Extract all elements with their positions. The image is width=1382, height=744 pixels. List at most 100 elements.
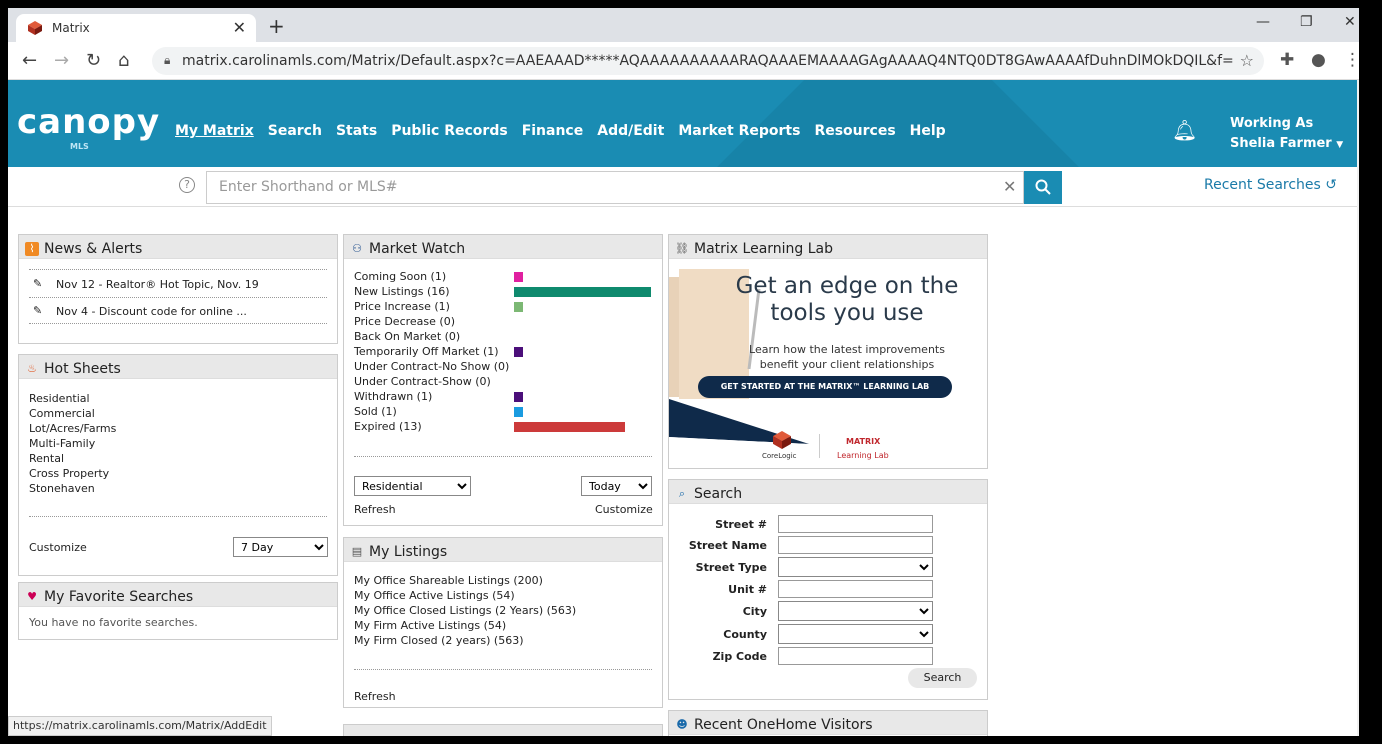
- market-watch-bar[interactable]: [514, 392, 523, 402]
- help-icon[interactable]: ?: [179, 177, 195, 193]
- matrix-favicon-icon: [28, 21, 42, 35]
- market-watch-link[interactable]: Back On Market (0): [354, 330, 460, 343]
- listing-link[interactable]: My Office Closed Listings (2 Years) (563…: [354, 604, 576, 617]
- hot-sheet-link[interactable]: Lot/Acres/Farms: [29, 422, 116, 435]
- page-scrollbar[interactable]: [1357, 80, 1359, 736]
- profile-icon[interactable]: ●: [1311, 50, 1326, 70]
- news-item[interactable]: Nov 4 - Discount code for online ...: [56, 305, 247, 318]
- market-watch-bar[interactable]: [514, 272, 523, 282]
- search-button[interactable]: [1024, 171, 1062, 204]
- working-as-label: Working As: [1230, 116, 1314, 131]
- reload-icon[interactable]: ↻: [86, 50, 101, 71]
- market-watch-link[interactable]: Price Increase (1): [354, 300, 450, 313]
- panel-title: My Listings: [369, 543, 448, 560]
- restore-icon[interactable]: ❐: [1300, 14, 1313, 30]
- panel-title: My Favorite Searches: [44, 588, 194, 605]
- hot-sheet-link[interactable]: Residential: [29, 392, 90, 405]
- learning-lab-brand: Learning Lab: [837, 451, 889, 460]
- market-watch-bar[interactable]: [514, 347, 523, 357]
- working-as-menu[interactable]: Working As Shelia Farmer ▼: [1230, 114, 1343, 155]
- close-tab-icon[interactable]: ✕: [233, 18, 246, 37]
- nav-help[interactable]: Help: [910, 123, 946, 139]
- next-panel: [343, 724, 663, 736]
- recent-searches-link[interactable]: Recent Searches ↺: [1204, 177, 1337, 193]
- nav-add-edit[interactable]: Add/Edit: [597, 123, 664, 139]
- listing-link[interactable]: My Office Active Listings (54): [354, 589, 515, 602]
- hot-sheet-link[interactable]: Commercial: [29, 407, 95, 420]
- learning-lab-banner[interactable]: Get an edge on the tools you use Learn h…: [669, 259, 987, 467]
- menu-icon[interactable]: ⋮: [1344, 50, 1359, 70]
- corelogic-label: CoreLogic: [762, 452, 797, 460]
- close-window-icon[interactable]: ✕: [1344, 14, 1356, 30]
- matrix-brand: MATRIX: [846, 437, 881, 446]
- market-watch-bar[interactable]: [514, 287, 651, 297]
- clear-icon[interactable]: ✕: [1003, 177, 1016, 196]
- city-select[interactable]: [778, 601, 933, 621]
- nav-public-records[interactable]: Public Records: [391, 123, 507, 139]
- new-tab-icon[interactable]: +: [268, 14, 285, 38]
- hot-sheet-link[interactable]: Multi-Family: [29, 437, 95, 450]
- user-icon: ☻: [676, 717, 688, 731]
- zip-code-input[interactable]: [778, 647, 933, 665]
- browser-tab[interactable]: Matrix ✕: [16, 14, 256, 42]
- nav-resources[interactable]: Resources: [814, 123, 895, 139]
- customize-link[interactable]: Customize: [595, 503, 653, 516]
- nav-stats[interactable]: Stats: [336, 123, 377, 139]
- caret-down-icon: ▼: [1336, 140, 1344, 150]
- refresh-link[interactable]: Refresh: [354, 690, 396, 703]
- nav-search[interactable]: Search: [268, 123, 322, 139]
- minimize-icon[interactable]: —: [1256, 14, 1270, 30]
- notifications-bell-icon[interactable]: 🔔︎: [1172, 118, 1197, 142]
- market-watch-link[interactable]: Under Contract-No Show (0): [354, 360, 509, 373]
- unit-number-input[interactable]: [778, 580, 933, 598]
- market-watch-link[interactable]: New Listings (16): [354, 285, 450, 298]
- market-watch-bar[interactable]: [514, 422, 625, 432]
- panel-title: Matrix Learning Lab: [694, 240, 834, 257]
- forward-icon[interactable]: →: [54, 50, 69, 71]
- quick-search-button[interactable]: Search: [908, 668, 977, 688]
- news-item[interactable]: Nov 12 - Realtor® Hot Topic, Nov. 19: [56, 278, 259, 291]
- listing-link[interactable]: My Firm Active Listings (54): [354, 619, 506, 632]
- street-type-select[interactable]: [778, 557, 933, 577]
- panel-title: News & Alerts: [44, 240, 143, 257]
- listing-link[interactable]: My Office Shareable Listings (200): [354, 574, 543, 587]
- extensions-icon[interactable]: ✚: [1280, 50, 1294, 70]
- nav-finance[interactable]: Finance: [522, 123, 584, 139]
- canopy-logo[interactable]: canopy: [17, 102, 160, 142]
- refresh-link[interactable]: Refresh: [354, 503, 396, 516]
- hot-sheets-period-select[interactable]: 7 Day: [233, 537, 328, 557]
- market-watch-link[interactable]: Expired (13): [354, 420, 422, 433]
- market-watch-link[interactable]: Sold (1): [354, 405, 397, 418]
- listing-link[interactable]: My Firm Closed (2 years) (563): [354, 634, 524, 647]
- address-bar: ← → ↻ ⌂ 🔒︎ matrix.carolinamls.com/Matrix…: [8, 42, 1359, 80]
- shorthand-input[interactable]: Enter Shorthand or MLS#: [206, 171, 1024, 204]
- url-field[interactable]: 🔒︎ matrix.carolinamls.com/Matrix/Default…: [152, 47, 1264, 75]
- property-type-select[interactable]: Residential: [354, 476, 471, 496]
- market-watch-link[interactable]: Temporarily Off Market (1): [354, 345, 499, 358]
- street-name-input[interactable]: [778, 536, 933, 554]
- back-icon[interactable]: ←: [22, 50, 37, 71]
- county-select[interactable]: [778, 624, 933, 644]
- corelogic-logo-icon: [773, 431, 791, 449]
- market-period-select[interactable]: Today: [581, 476, 652, 496]
- market-watch-link[interactable]: Under Contract-Show (0): [354, 375, 491, 388]
- market-watch-bar[interactable]: [514, 407, 523, 417]
- my-listings-panel: ▤ My Listings My Office Shareable Listing…: [343, 537, 663, 708]
- market-watch-link[interactable]: Coming Soon (1): [354, 270, 446, 283]
- cta-button[interactable]: GET STARTED AT THE MATRIX™ LEARNING LAB: [698, 376, 952, 398]
- hot-sheet-link[interactable]: Stonehaven: [29, 482, 95, 495]
- empty-favorites-text: You have no favorite searches.: [29, 616, 198, 629]
- main-nav: My Matrix Search Stats Public Records Fi…: [175, 123, 946, 139]
- tab-bar: Matrix ✕ + — ❐ ✕: [8, 8, 1359, 42]
- recent-visitors-panel: ☻ Recent OneHome Visitors: [668, 710, 988, 736]
- home-icon[interactable]: ⌂: [118, 50, 129, 71]
- market-watch-link[interactable]: Withdrawn (1): [354, 390, 432, 403]
- market-watch-link[interactable]: Price Decrease (0): [354, 315, 455, 328]
- hot-sheet-link[interactable]: Cross Property: [29, 467, 109, 480]
- bookmark-star-icon[interactable]: ☆: [1240, 51, 1254, 70]
- market-watch-bar[interactable]: [514, 302, 523, 312]
- hot-sheet-link[interactable]: Rental: [29, 452, 64, 465]
- street-number-input[interactable]: [778, 515, 933, 533]
- nav-market-reports[interactable]: Market Reports: [678, 123, 800, 139]
- nav-my-matrix[interactable]: My Matrix: [175, 123, 254, 139]
